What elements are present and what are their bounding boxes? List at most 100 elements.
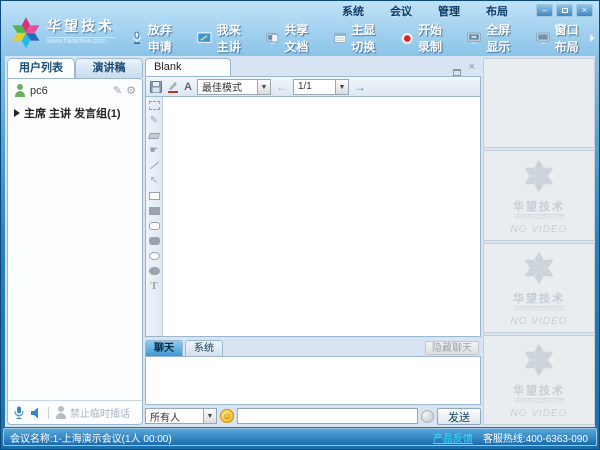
chat-messages[interactable]: [145, 356, 481, 405]
header: 华望技术 www.hwactive.com 放弃申请 我来主讲 共享文档 主显切…: [1, 17, 599, 56]
toolbar-collapse-arrow-icon[interactable]: [590, 34, 595, 42]
chevron-down-icon: ▼: [256, 79, 270, 94]
send-button[interactable]: 发送: [437, 407, 481, 425]
tab-presentation[interactable]: 演讲稿: [75, 58, 143, 78]
next-page-icon[interactable]: →: [354, 80, 366, 94]
window-layout-button[interactable]: 窗口布局: [536, 21, 590, 55]
tool-eraser-icon[interactable]: [148, 130, 160, 141]
user-row[interactable]: pc6 ✎ ⚙: [8, 79, 142, 101]
pen-color-icon[interactable]: [167, 81, 179, 93]
tool-text-icon[interactable]: T: [148, 280, 160, 292]
menu-layout[interactable]: 布局: [486, 3, 508, 19]
watermark-url: www.hwactive.com: [513, 398, 565, 406]
no-video-label: NO VIDEO: [510, 408, 568, 420]
window-layout-label: 窗口布局: [554, 23, 579, 54]
divider: [48, 406, 49, 419]
speaker-toggle-icon[interactable]: [30, 407, 42, 419]
tool-rounded-rectangle-filled-icon[interactable]: [148, 235, 160, 246]
chat-message-input[interactable]: [237, 408, 418, 424]
display-switch-icon: [334, 32, 346, 43]
tool-arrow-icon[interactable]: ↖: [148, 175, 160, 186]
group-row[interactable]: 主席 主讲 发言组(1): [8, 101, 142, 125]
window-controls: – ×: [536, 4, 593, 17]
app-window: 系统 会议 管理 布局 – × 华望技术 www.hwactive.com 放弃…: [0, 0, 600, 450]
share-document-icon: [266, 32, 279, 44]
product-feedback-link[interactable]: 产品反馈: [433, 430, 473, 445]
tab-system[interactable]: 系统: [185, 339, 223, 356]
whiteboard-close-icon[interactable]: ×: [469, 58, 475, 76]
close-button[interactable]: ×: [576, 4, 593, 17]
audio-controls: 禁止临时插话: [8, 400, 142, 424]
video-cell-3[interactable]: 华望技术 www.hwactive.com NO VIDEO: [483, 242, 595, 333]
menu-system[interactable]: 系统: [342, 3, 364, 19]
window-layout-icon: [536, 32, 550, 44]
tool-ellipse-icon[interactable]: [148, 250, 160, 261]
menu-meeting[interactable]: 会议: [390, 3, 412, 19]
no-video-label: NO VIDEO: [510, 223, 568, 235]
start-record-label: 开始录制: [418, 23, 443, 54]
tool-pointer-icon[interactable]: ☛: [148, 145, 160, 156]
present-label: 我来主讲: [216, 23, 241, 54]
fullscreen-monitor-icon: [467, 32, 481, 44]
presenter-board-icon: [197, 32, 212, 43]
tool-rectangle-filled-icon[interactable]: [148, 205, 160, 216]
page-indicator: 1/1: [297, 81, 312, 92]
save-icon[interactable]: [150, 80, 162, 93]
tool-rounded-rectangle-icon[interactable]: [148, 220, 160, 231]
emoticon-icon[interactable]: ☺: [220, 409, 234, 423]
brand-url: www.hwactive.com: [47, 37, 115, 45]
mic-toggle-icon[interactable]: [14, 406, 24, 420]
maximize-button[interactable]: [556, 4, 573, 17]
display-switch-button[interactable]: 主显切换: [334, 21, 387, 55]
tool-pencil-icon[interactable]: ✎: [148, 115, 160, 126]
chevron-down-icon: ▼: [203, 409, 216, 423]
tool-selection-icon[interactable]: [148, 100, 160, 111]
page-select[interactable]: 1/1 ▼: [292, 78, 349, 95]
user-list-panel: pc6 ✎ ⚙ 主席 主讲 发言组(1) 禁止临时插话: [7, 78, 143, 425]
brand-logo: 华望技术 www.hwactive.com: [9, 16, 115, 50]
fullscreen-button[interactable]: 全屏显示: [467, 21, 521, 55]
user-avatar-icon: [14, 84, 26, 97]
hide-chat-button[interactable]: 隐藏聊天: [425, 340, 479, 355]
record-icon: [401, 32, 413, 44]
recipient-value: 所有人: [150, 412, 180, 424]
chat-tabs: 聊天 系统 隐藏聊天: [145, 339, 481, 356]
present-button[interactable]: 我来主讲: [197, 21, 252, 55]
tool-rectangle-icon[interactable]: [148, 190, 160, 201]
share-document-button[interactable]: 共享文档: [266, 21, 320, 55]
abandon-request-label: 放弃申请: [147, 23, 172, 54]
recipient-select[interactable]: 所有人 ▼: [145, 408, 217, 424]
font-icon[interactable]: A: [184, 81, 192, 93]
video-cell-1[interactable]: [483, 58, 595, 149]
tab-chat[interactable]: 聊天: [145, 339, 183, 356]
whiteboard-toolbar: A 最佳模式 ▼ ← 1/1 ▼ →: [145, 76, 481, 97]
watermark-star-icon: [524, 251, 554, 285]
whiteboard-canvas[interactable]: [163, 97, 480, 336]
fit-mode-select[interactable]: 最佳模式 ▼: [196, 78, 271, 95]
forbid-interject-button[interactable]: 禁止临时插话: [55, 405, 130, 420]
tool-ellipse-filled-icon[interactable]: [148, 265, 160, 276]
expand-arrow-icon: [14, 109, 20, 117]
video-cell-4[interactable]: 华望技术 www.hwactive.com NO VIDEO: [483, 334, 595, 425]
minimize-button[interactable]: –: [536, 4, 553, 17]
no-video-label: NO VIDEO: [510, 316, 568, 328]
pen-icon: ✎: [112, 85, 123, 97]
center-panel: Blank × A 最佳模式 ▼ ← 1/1 ▼ → ✎ ☛ ↖ T 聊天 系统…: [145, 58, 481, 425]
tab-user-list[interactable]: 用户列表: [7, 58, 75, 78]
person-mute-icon: [55, 406, 67, 419]
left-panel-tabs: 用户列表 演讲稿: [7, 58, 143, 78]
group-label: 主席 主讲 发言组(1): [24, 108, 121, 120]
tool-line-icon[interactable]: [148, 160, 160, 171]
prev-page-icon[interactable]: ←: [276, 80, 288, 94]
abandon-request-button[interactable]: 放弃申请: [131, 21, 183, 55]
video-cell-2[interactable]: 华望技术 www.hwactive.com NO VIDEO: [483, 150, 595, 241]
menu-manage[interactable]: 管理: [438, 3, 460, 19]
whiteboard-area: ✎ ☛ ↖ T: [145, 97, 481, 337]
history-icon[interactable]: [421, 409, 434, 423]
whiteboard-maximize-icon[interactable]: [452, 69, 461, 76]
start-record-button[interactable]: 开始录制: [401, 21, 454, 55]
tab-blank-document[interactable]: Blank: [145, 58, 231, 76]
brand-text: 华望技术 www.hwactive.com: [47, 16, 115, 45]
video-panel: 华望技术 www.hwactive.com NO VIDEO 华望技术 www.…: [483, 58, 595, 425]
watermark-url: www.hwactive.com: [513, 306, 565, 314]
